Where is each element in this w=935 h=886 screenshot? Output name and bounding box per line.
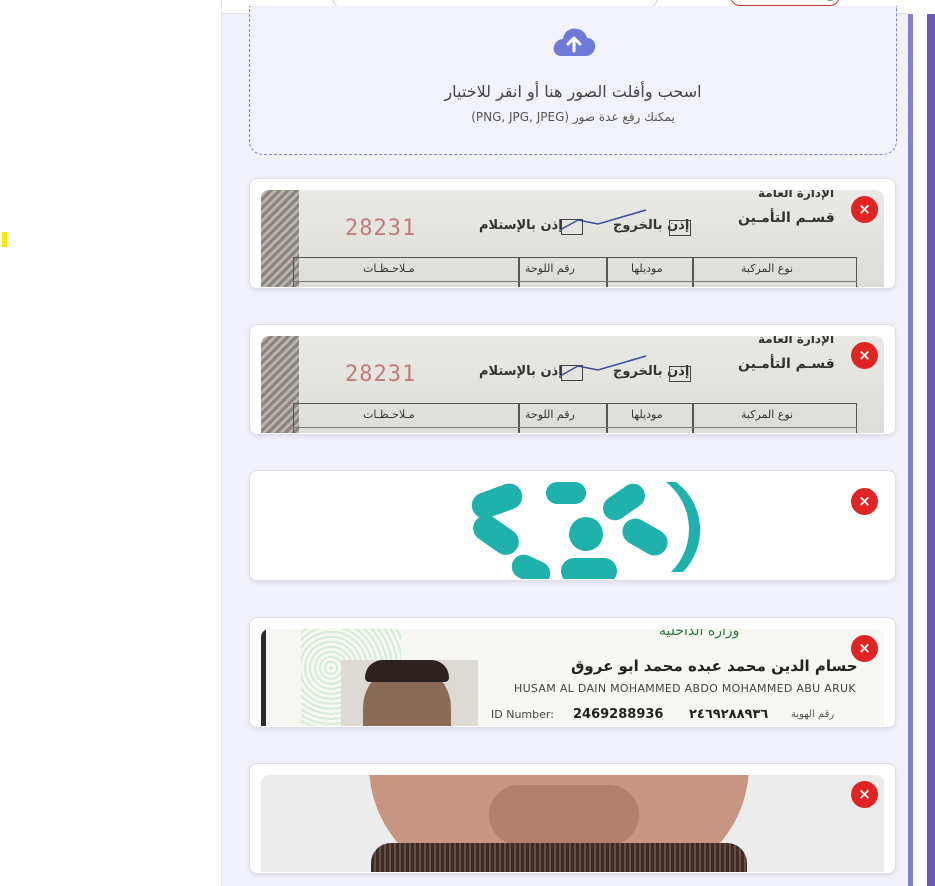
remove-image-button[interactable]: × (851, 635, 878, 662)
dropzone-title: اسحب وأفلت الصور هنا أو انقر للاختيار (444, 82, 702, 101)
image-dropzone[interactable]: اسحب وأفلت الصور هنا أو انقر للاختيار يم… (249, 6, 897, 155)
col-plate: رقم اللوحة (525, 262, 575, 275)
image-thumbnail-face (261, 775, 884, 872)
scrollbar-thumb[interactable] (927, 14, 935, 886)
form-number: 28231 (345, 216, 417, 241)
checkbox-exit (669, 220, 691, 236)
id-number-value: 2469288936 (573, 707, 664, 722)
dept-top-label: الإدارة العامة (758, 190, 835, 200)
remove-image-button[interactable]: × (851, 196, 878, 223)
table-divider (606, 403, 608, 433)
yellow-marker (2, 232, 7, 247)
image-preview-card: 28231 إذن بالإستلام إذن بالخروج الإدارة … (249, 324, 896, 435)
table-divider (518, 257, 520, 287)
avatar (825, 0, 835, 1)
col-plate: رقم اللوحة (525, 408, 575, 421)
remove-image-button[interactable]: × (851, 781, 878, 808)
logo-graphic (471, 482, 701, 579)
image-thumbnail-id-card: وزارة الداخلية حسام الدين محمد عبده محمد… (261, 629, 884, 726)
rail-accent (908, 14, 913, 886)
dept-label: قسـم التأمـين (738, 356, 835, 372)
cloud-upload-icon (553, 28, 596, 56)
left-blank-area (0, 0, 221, 886)
col-vehicle: نوع المركبة (741, 262, 794, 275)
card-edge (261, 629, 266, 726)
dropzone-subtitle: يمكنك رفع عدة صور (PNG, JPG, JPEG) (471, 110, 675, 124)
col-vehicle: نوع المركبة (741, 408, 794, 421)
table-divider (518, 403, 520, 433)
id-number-label: ID Number: (491, 708, 554, 721)
form-number: 28231 (345, 362, 417, 387)
holder-name-en: HUSAM AL DAIN MOHAMMED ABDO MOHAMMED ABU… (514, 682, 856, 695)
face-nose (489, 785, 639, 845)
holder-name-ar: حسام الدين محمد عبده محمد ابو عروق (571, 657, 858, 675)
table-divider (692, 403, 694, 433)
table-rule (293, 281, 857, 282)
receipt-label: إذن بالإستلام (479, 218, 563, 233)
col-model: موديلها (631, 408, 663, 421)
image-preview-card: × (249, 470, 896, 581)
checkmark-stroke (559, 209, 647, 231)
table-divider (692, 257, 694, 287)
dept-label: قسـم التأمـين (738, 210, 835, 226)
face-beard (371, 843, 747, 872)
col-model: موديلها (631, 262, 663, 275)
right-scroll-rail (908, 0, 935, 886)
table-divider (606, 257, 608, 287)
image-preview-card: وزارة الداخلية حسام الدين محمد عبده محمد… (249, 617, 896, 728)
upload-panel: اسحب وأفلت الصور هنا أو انقر للاختيار يم… (221, 0, 908, 886)
holder-photo (341, 660, 478, 726)
image-preview-card: × (249, 763, 896, 874)
image-preview-card: 28231 إذن بالإستلام إذن بالخروج الإدارة … (249, 178, 896, 289)
remove-image-button[interactable]: × (851, 342, 878, 369)
image-thumbnail-document: 28231 إذن بالإستلام إذن بالخروج الإدارة … (261, 336, 884, 433)
table-rule (293, 427, 857, 428)
checkmark-stroke (559, 355, 647, 377)
col-notes: مـلاحـظـات (363, 408, 415, 421)
ministry-label: وزارة الداخلية (659, 629, 740, 639)
col-notes: مـلاحـظـات (363, 262, 415, 275)
receipt-label: إذن بالإستلام (479, 364, 563, 379)
image-thumbnail-logo (261, 482, 884, 579)
hair-shape (365, 660, 449, 682)
id-number-label-ar: رقم الهوية (791, 709, 835, 720)
image-thumbnail-document: 28231 إذن بالإستلام إذن بالخروج الإدارة … (261, 190, 884, 287)
id-number-value-ar: ٢٤٦٩٢٨٨٩٣٦ (689, 707, 769, 722)
dept-top-label: الإدارة العامة (758, 336, 835, 346)
remove-image-button[interactable]: × (851, 488, 878, 515)
checkbox-exit (669, 366, 691, 382)
